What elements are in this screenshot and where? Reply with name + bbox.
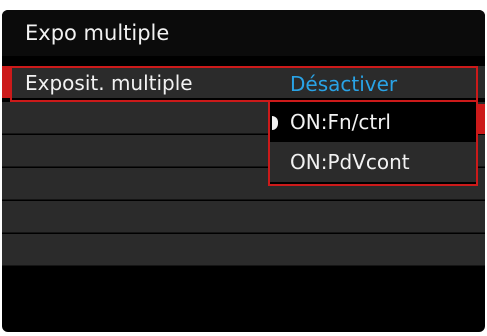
- option-label: ON:PdVcont: [290, 150, 410, 174]
- menu-row-empty-4[interactable]: [2, 201, 485, 233]
- option-on-pdvcont[interactable]: ON:PdVcont: [270, 142, 476, 182]
- selected-row-marker: [2, 66, 10, 98]
- options-dropdown: ON:Fn/ctrl ON:PdVcont: [268, 100, 478, 186]
- menu-title: Expo multiple: [2, 10, 485, 56]
- option-on-fn-ctrl[interactable]: ON:Fn/ctrl: [270, 102, 476, 142]
- menu-row-empty-5[interactable]: [2, 234, 485, 266]
- camera-menu-screen: Expo multiple Exposit. multiple Désactiv…: [2, 10, 485, 332]
- menu-row-label: Exposit. multiple: [25, 71, 193, 95]
- scroll-indicator: [478, 104, 485, 134]
- option-label: ON:Fn/ctrl: [290, 110, 391, 134]
- option-marker-icon: [272, 116, 278, 130]
- current-value[interactable]: Désactiver: [274, 66, 478, 102]
